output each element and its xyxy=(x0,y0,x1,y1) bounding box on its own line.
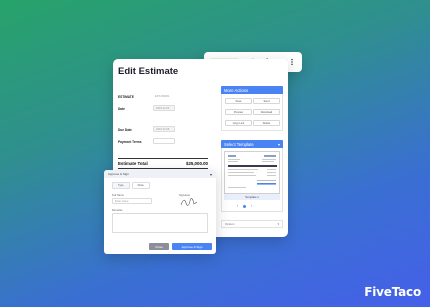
brand-logo: FiveTaco xyxy=(364,285,421,299)
more-icon[interactable] xyxy=(288,58,296,66)
estimate-total-value: $25,000.00 xyxy=(186,161,208,166)
close-icon[interactable]: ▾ xyxy=(210,172,212,177)
signature-tabs: Type Draw xyxy=(112,182,150,189)
payment-terms-field[interactable] xyxy=(153,138,175,144)
modal-header: Approve & Sign ▾ xyxy=(104,170,216,178)
remarks-textarea[interactable] xyxy=(112,213,208,233)
estimate-total-row: Estimate Total $25,000.00 xyxy=(118,158,208,169)
due-date-label: Due Date xyxy=(118,128,132,132)
signature-label: Signature xyxy=(179,194,191,197)
page-dot-active[interactable] xyxy=(243,204,247,208)
estimate-number-label: ESTIMATE xyxy=(118,95,134,99)
due-date-field[interactable]: 2023-12-06 xyxy=(153,126,175,132)
copy-link-button[interactable]: Copy Link xyxy=(225,120,252,126)
template-name: Template 1 xyxy=(224,194,280,200)
options-label: Options xyxy=(225,222,235,226)
select-template-label: Select Template xyxy=(224,141,254,147)
date-field[interactable]: 2023-12-06 xyxy=(153,105,175,111)
page-title: Edit Estimate xyxy=(118,66,179,77)
estimate-total-label: Estimate Total xyxy=(118,161,148,166)
tab-type[interactable]: Type xyxy=(112,182,130,189)
template-thumbnail[interactable] xyxy=(224,151,280,194)
remarks-label: Remarks xyxy=(112,209,123,212)
preview-button[interactable]: Preview xyxy=(225,109,252,115)
more-actions-header: More Actions xyxy=(221,86,283,94)
chevron-left-icon[interactable]: ‹ xyxy=(237,204,238,208)
close-button[interactable]: Close xyxy=(149,243,169,250)
estimate-number-field[interactable]: EST-000001 xyxy=(153,93,181,99)
modal-title: Approve & Sign xyxy=(108,172,129,176)
signature-graphic xyxy=(180,198,198,206)
tab-draw[interactable]: Draw xyxy=(131,182,150,189)
payment-terms-label: Payment Terms xyxy=(118,140,142,144)
send-button[interactable]: Send xyxy=(253,98,280,104)
template-pager: ‹ › xyxy=(237,204,252,208)
invoice-preview-graphic xyxy=(228,155,277,188)
date-label: Date xyxy=(118,107,125,111)
options-dropdown[interactable]: Options ▾ xyxy=(221,220,283,228)
full-name-field[interactable]: Enter name xyxy=(112,198,152,204)
select-template-header[interactable]: Select Template ▾ xyxy=(221,140,283,148)
chevron-down-icon: ▾ xyxy=(277,222,279,226)
delete-button[interactable]: Delete xyxy=(253,120,280,126)
approve-sign-modal: Approve & Sign ▾ Type Draw Full Name Ent… xyxy=(104,170,216,254)
chevron-right-icon[interactable]: › xyxy=(251,204,252,208)
save-button[interactable]: Save xyxy=(225,98,252,104)
download-button[interactable]: Download xyxy=(253,109,280,115)
full-name-label: Full Name xyxy=(112,194,124,197)
chevron-down-icon: ▾ xyxy=(277,141,280,147)
approve-sign-button[interactable]: Approve & Sign xyxy=(172,243,212,250)
